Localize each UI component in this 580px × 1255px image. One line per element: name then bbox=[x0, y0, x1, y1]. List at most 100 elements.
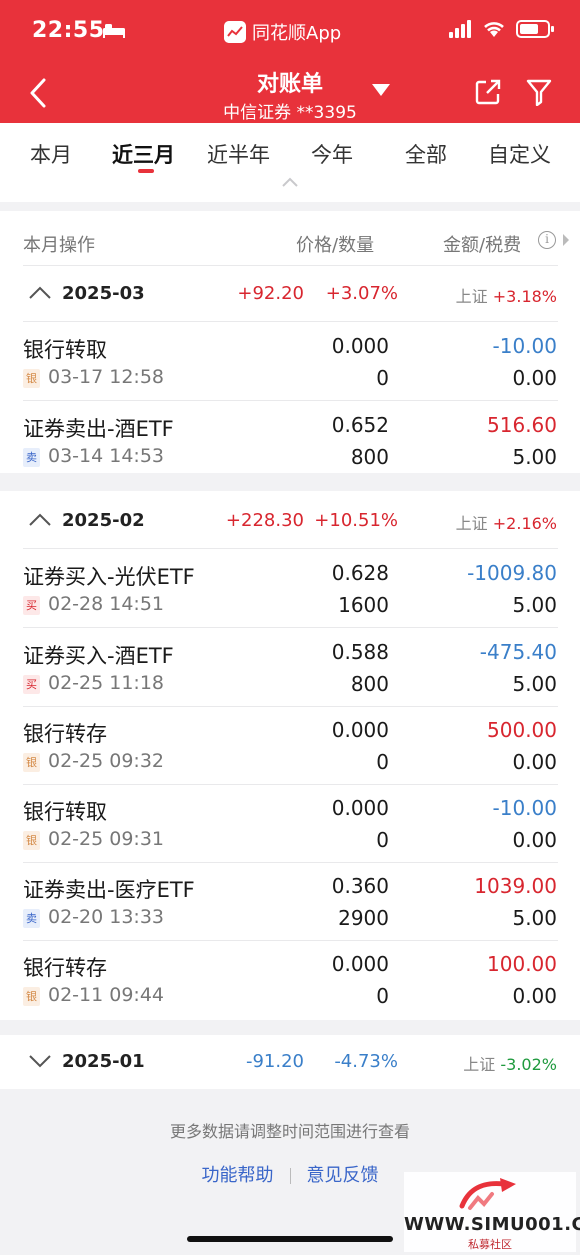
source-app-indicator[interactable]: 同花顺App bbox=[224, 19, 341, 45]
transaction-date: 02-25 09:32 bbox=[48, 750, 165, 772]
month-profit: -91.20 bbox=[245, 1051, 304, 1072]
transaction-row[interactable]: 银行转取 银 02-25 09:31 0.000 0 -10.00 0.00 bbox=[0, 784, 580, 862]
month-label: 2025-01 bbox=[62, 1051, 145, 1072]
share-icon[interactable] bbox=[474, 78, 502, 106]
transaction-amount: 516.60 bbox=[487, 413, 557, 437]
period-tabs: 本月 近三月 近半年 今年 全部 自定义 bbox=[0, 123, 580, 180]
home-indicator[interactable] bbox=[187, 1236, 393, 1242]
account-dropdown-icon[interactable] bbox=[372, 84, 390, 96]
sell-badge: 卖 bbox=[23, 909, 40, 928]
month-header-2025-02[interactable]: 2025-02 +228.30 +10.51% 上证 +2.16% bbox=[0, 493, 580, 549]
transaction-date: 03-14 14:53 bbox=[48, 445, 165, 467]
chevron-up-icon bbox=[29, 286, 51, 299]
transaction-name: 证券买入-光伏ETF bbox=[23, 565, 195, 589]
watermark-subtext: 私募社区 bbox=[468, 1238, 512, 1251]
transaction-row[interactable]: 证券卖出-酒ETF 卖 03-14 14:53 0.652 800 516.60… bbox=[0, 401, 580, 479]
sleep-mode-icon bbox=[103, 24, 125, 38]
battery-icon bbox=[516, 20, 554, 38]
transaction-row[interactable]: 银行转存 银 02-11 09:44 0.000 0 100.00 0.00 bbox=[0, 940, 580, 1018]
transaction-date: 02-25 09:31 bbox=[48, 828, 165, 850]
transaction-fee: 5.00 bbox=[512, 593, 557, 617]
index-change-value: -3.02% bbox=[500, 1055, 557, 1074]
tab-custom[interactable]: 自定义 bbox=[488, 139, 551, 169]
signal-icon bbox=[449, 20, 471, 38]
watermark: WWW.SIMU001.CN 私募社区 bbox=[404, 1172, 580, 1252]
bank-badge: 银 bbox=[23, 831, 40, 850]
transaction-price: 0.652 bbox=[331, 413, 389, 437]
help-link[interactable]: 功能帮助 bbox=[202, 1165, 274, 1186]
active-tab-indicator bbox=[138, 169, 154, 173]
transaction-amount: -475.40 bbox=[479, 640, 557, 664]
tab-this-month[interactable]: 本月 bbox=[30, 139, 72, 169]
transaction-name: 证券卖出-酒ETF bbox=[23, 417, 174, 441]
buy-badge: 买 bbox=[23, 675, 40, 694]
transaction-fee: 0.00 bbox=[512, 366, 557, 390]
top-bar: 22:55 同花顺App 对账单 中信证券 **3395 bbox=[0, 0, 580, 123]
watermark-text: WWW.SIMU001.CN bbox=[404, 1214, 580, 1235]
watermark-logo-icon bbox=[459, 1178, 516, 1210]
column-header-operation: 本月操作 bbox=[23, 235, 95, 256]
transaction-date: 02-11 09:44 bbox=[48, 984, 165, 1006]
transaction-price: 0.000 bbox=[331, 334, 389, 358]
transaction-amount: -1009.80 bbox=[467, 561, 557, 585]
transaction-row[interactable]: 证券买入-酒ETF 买 02-25 11:18 0.588 800 -475.4… bbox=[0, 628, 580, 706]
tab-half-year[interactable]: 近半年 bbox=[207, 139, 270, 169]
transaction-qty: 0 bbox=[376, 750, 389, 774]
month-header-2025-01[interactable]: 2025-01 -91.20 -4.73% 上证 -3.02% bbox=[0, 1034, 580, 1090]
source-app-name: 同花顺App bbox=[252, 23, 342, 44]
transaction-amount: -10.00 bbox=[492, 796, 557, 820]
filter-icon[interactable] bbox=[526, 78, 552, 106]
month-header-2025-03[interactable]: 2025-03 +92.20 +3.07% 上证 +3.18% bbox=[0, 266, 580, 322]
transaction-fee: 0.00 bbox=[512, 828, 557, 852]
buy-badge: 买 bbox=[23, 596, 40, 615]
month-label: 2025-02 bbox=[62, 510, 145, 531]
bank-badge: 银 bbox=[23, 987, 40, 1006]
transaction-row[interactable]: 银行转存 银 02-25 09:32 0.000 0 500.00 0.00 bbox=[0, 706, 580, 784]
transaction-fee: 5.00 bbox=[512, 445, 557, 469]
transaction-qty: 800 bbox=[350, 672, 389, 696]
tab-three-months[interactable]: 近三月 bbox=[112, 139, 175, 169]
chevron-right-icon[interactable] bbox=[563, 234, 569, 246]
transaction-date: 03-17 12:58 bbox=[48, 366, 165, 388]
column-header-price-qty: 价格/数量 bbox=[296, 235, 375, 256]
feedback-link[interactable]: 意见反馈 bbox=[307, 1165, 379, 1186]
index-change-value: +3.18% bbox=[492, 287, 557, 306]
bank-badge: 银 bbox=[23, 753, 40, 772]
wifi-icon bbox=[484, 22, 504, 37]
status-time: 22:55 bbox=[32, 18, 105, 43]
transaction-price: 0.588 bbox=[331, 640, 389, 664]
transaction-amount: 100.00 bbox=[487, 952, 557, 976]
transaction-row[interactable]: 证券买入-光伏ETF 买 02-28 14:51 0.628 1600 -100… bbox=[0, 549, 580, 627]
info-icon[interactable]: i bbox=[538, 231, 556, 249]
transaction-price: 0.000 bbox=[331, 796, 389, 820]
footer-separator bbox=[289, 1168, 291, 1184]
month-index-change: 上证 +3.18% bbox=[456, 283, 557, 307]
transaction-name: 证券买入-酒ETF bbox=[23, 644, 174, 668]
transaction-row[interactable]: 证券卖出-医疗ETF 卖 02-20 13:33 0.360 2900 1039… bbox=[0, 862, 580, 940]
transaction-qty: 0 bbox=[376, 828, 389, 852]
transaction-date: 02-28 14:51 bbox=[48, 593, 165, 615]
month-return-pct: -4.73% bbox=[334, 1051, 398, 1072]
tab-this-year[interactable]: 今年 bbox=[311, 139, 353, 169]
transaction-date: 02-20 13:33 bbox=[48, 906, 165, 928]
index-change-value: +2.16% bbox=[492, 514, 557, 533]
transaction-fee: 0.00 bbox=[512, 984, 557, 1008]
index-label: 上证 bbox=[455, 287, 488, 306]
column-header-amount-tax: 金额/税费 bbox=[443, 235, 522, 256]
transaction-row[interactable]: 银行转取 银 03-17 12:58 0.000 0 -10.00 0.00 bbox=[0, 322, 580, 400]
transaction-qty: 1600 bbox=[338, 593, 389, 617]
transaction-price: 0.000 bbox=[331, 718, 389, 742]
month-profit: +92.20 bbox=[237, 283, 304, 304]
transaction-price: 0.360 bbox=[331, 874, 389, 898]
month-profit: +228.30 bbox=[225, 510, 304, 531]
collapse-chevron-icon[interactable] bbox=[281, 177, 299, 187]
index-label: 上证 bbox=[463, 1055, 496, 1074]
transaction-fee: 5.00 bbox=[512, 906, 557, 930]
chevron-up-icon bbox=[29, 513, 51, 526]
tab-all[interactable]: 全部 bbox=[405, 139, 447, 169]
transaction-name: 银行转存 bbox=[23, 956, 107, 980]
transaction-name: 银行转取 bbox=[23, 800, 107, 824]
chevron-down-icon bbox=[29, 1055, 51, 1068]
transaction-name: 证券卖出-医疗ETF bbox=[23, 878, 195, 902]
month-return-pct: +10.51% bbox=[314, 510, 398, 531]
